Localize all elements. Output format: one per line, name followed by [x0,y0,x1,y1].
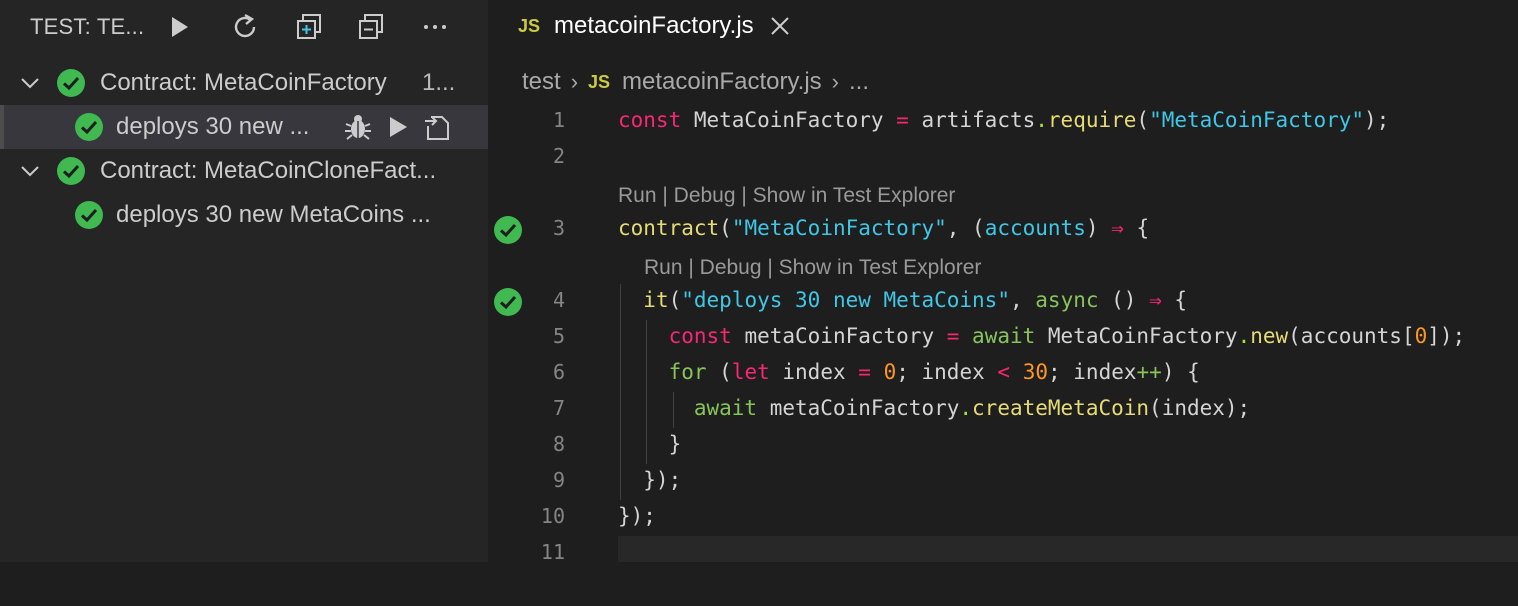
code-line[interactable]: 3 contract("MetaCoinFactory", (accounts)… [488,210,1518,246]
code-text: it("deploys 30 new MetaCoins", async () … [643,288,1188,312]
editor: JS metacoinFactory.js test › JS metacoin… [488,0,1518,564]
codelens-run-debug[interactable]: Run | Debug | Show in Test Explorer [618,184,955,208]
code-line[interactable]: 11 [488,534,1518,570]
line-number: 9 [552,468,565,492]
passed-check-icon [75,113,103,141]
code-line[interactable]: 7 await metaCoinFactory.createMetaCoin(i… [488,390,1518,426]
passed-check-icon [57,69,85,97]
tree-item-label: Contract: MetaCoinFactory [100,69,387,96]
sidebar-title: TEST: TE... [30,14,145,39]
code-line[interactable]: 9 }); [488,462,1518,498]
tree-item-label: Contract: MetaCoinCloneFact... [100,157,437,184]
breadcrumb-file[interactable]: metacoinFactory.js [622,68,822,96]
line-number: 5 [552,324,565,348]
line-number: 4 [552,288,565,312]
code-text: }); [618,468,682,492]
code-line[interactable]: 1 const MetaCoinFactory = artifacts.requ… [488,102,1518,138]
run-all-icon[interactable] [162,10,196,44]
codelens-run-debug[interactable]: Run | Debug | Show in Test Explorer [644,256,981,280]
expand-all-icon[interactable] [292,10,326,44]
test-explorer-sidebar: TEST: TE... Contract: MetaCoinFactory 1.… [0,0,488,562]
tab-filename: metacoinFactory.js [554,12,754,39]
line-number: 8 [552,432,565,456]
passed-check-icon [75,201,103,229]
breadcrumb: test › JS metacoinFactory.js › ... [522,68,869,96]
line-number: 10 [540,504,565,528]
selection-indicator [0,105,4,149]
code-text: for (let index = 0; index < 30; index++)… [668,360,1200,384]
line-number: 2 [552,144,565,168]
chevron-down-icon[interactable] [18,71,42,95]
line-number: 11 [540,540,565,564]
sidebar-header: TEST: TE... [0,0,488,52]
breadcrumb-folder[interactable]: test [522,68,561,96]
line-number: 1 [552,108,565,132]
code-text: } [618,432,682,456]
tree-item-suite-metacoinfactory[interactable]: Contract: MetaCoinFactory 1... [0,61,488,105]
tree-item-test-deploys-selected[interactable]: deploys 30 new ... [0,105,488,149]
line-number: 6 [552,360,565,384]
code-text: }); [618,504,656,528]
passed-check-icon [57,157,85,185]
chevron-right-icon: › [570,69,579,94]
debug-bug-icon[interactable] [342,111,374,143]
tree-item-suite-metacoinclonefactory[interactable]: Contract: MetaCoinCloneFact... [0,149,488,193]
editor-tab[interactable]: JS metacoinFactory.js [488,0,792,52]
code-line[interactable]: 8 } [488,426,1518,462]
breadcrumb-symbols[interactable]: ... [849,68,869,96]
code-text: await metaCoinFactory.createMetaCoin(ind… [693,396,1251,420]
close-icon[interactable] [768,14,792,38]
go-to-file-icon[interactable] [422,111,454,143]
more-actions-icon[interactable] [418,10,452,44]
tree-item-suffix: 1... [422,69,456,96]
tree-item-test-deploys[interactable]: deploys 30 new MetaCoins ... [0,193,488,237]
run-test-icon[interactable] [382,111,414,143]
js-file-icon: JS [518,15,541,36]
tree-item-label: deploys 30 new MetaCoins ... [116,201,431,228]
tree-item-label: deploys 30 new ... [116,113,310,140]
collapse-all-icon[interactable] [354,10,388,44]
code-line[interactable]: 2 [488,138,1518,174]
chevron-down-icon[interactable] [18,159,42,183]
code-text: const metaCoinFactory = await MetaCoinFa… [668,324,1466,348]
js-file-icon: JS [588,71,611,92]
row-actions [342,111,454,143]
code-line[interactable]: 10 }); [488,498,1518,534]
code-line[interactable]: 5 const metaCoinFactory = await MetaCoin… [488,318,1518,354]
code-text: const MetaCoinFactory = artifacts.requir… [618,108,1390,132]
chevron-right-icon: › [831,69,839,94]
code-text: contract("MetaCoinFactory", (accounts) ⇒… [618,216,1150,240]
code-line[interactable]: 6 for (let index = 0; index < 30; index+… [488,354,1518,390]
code-line[interactable]: 4 it("deploys 30 new MetaCoins", async (… [488,282,1518,318]
line-number: 7 [552,396,565,420]
line-number: 3 [552,216,565,240]
refresh-icon[interactable] [228,10,262,44]
